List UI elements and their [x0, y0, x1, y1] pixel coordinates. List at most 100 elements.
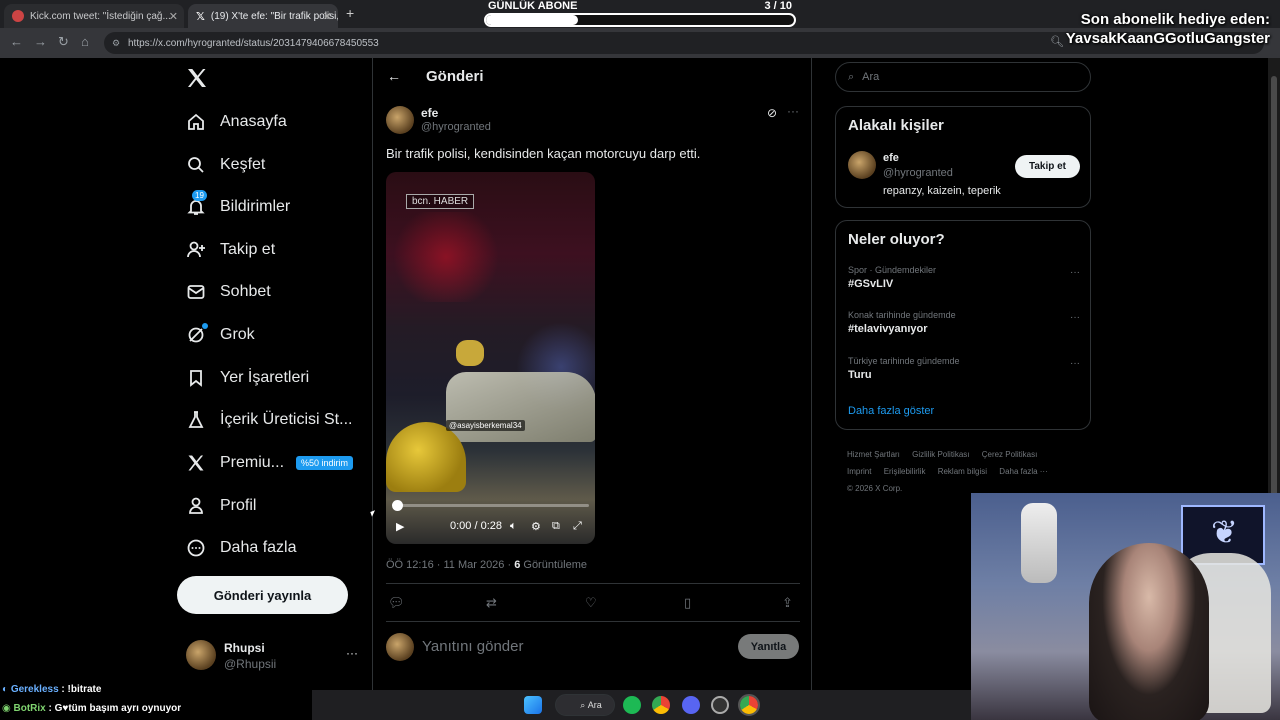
chrome-icon[interactable]	[652, 696, 670, 714]
nav-follow[interactable]: Takip et	[186, 235, 275, 265]
bookmark-icon[interactable]: ▯	[684, 595, 691, 611]
butterfly-icon: ❦	[1211, 514, 1238, 550]
footer-link[interactable]: Gizlilik Politikası	[912, 450, 969, 459]
post-meta: ÖÖ 12:16 · 11 Mar 2026 · 6 Görüntüleme	[386, 559, 587, 571]
reload-icon[interactable]: ↻	[58, 34, 69, 50]
trend-item[interactable]: Spor · Gündemdekiler #GSvLIV ···	[848, 265, 1080, 290]
forward-icon[interactable]: →	[34, 34, 47, 49]
close-tab-icon[interactable]: ✕	[169, 10, 178, 23]
nav-chat[interactable]: Sohbet	[186, 277, 271, 307]
related-name[interactable]: efe	[883, 152, 899, 164]
browser-tab-kick[interactable]: Kick.com tweet: "İstediğin çağ... ✕	[4, 4, 184, 28]
reply-button[interactable]: Yanıtla	[738, 634, 799, 659]
steam-icon[interactable]	[711, 696, 729, 714]
gift-sub-user: YavsakKaanGGotluGangster	[1065, 30, 1270, 47]
footer-links: Hizmet Şartları Gizlilik Politikası Çere…	[847, 446, 1077, 497]
mute-icon[interactable]: 🔈︎	[510, 520, 517, 533]
post-author-handle[interactable]: @hyrogranted	[421, 121, 491, 133]
bell-icon: 19	[186, 190, 207, 217]
footer-link[interactable]: Daha fazla ···	[999, 467, 1047, 476]
x-favicon-icon: 𝕏	[196, 10, 205, 23]
post-timestamp[interactable]: ÖÖ 12:16 · 11 Mar 2026 ·	[386, 559, 514, 571]
share-icon[interactable]: ⇪	[782, 595, 793, 611]
grok-explain-icon[interactable]: ⊘	[767, 106, 777, 120]
like-icon[interactable]: ♡	[585, 595, 597, 611]
trend-more-icon[interactable]: ···	[1070, 312, 1080, 323]
related-handle[interactable]: @hyrogranted	[883, 167, 953, 179]
nav-more[interactable]: Daha fazla	[186, 533, 297, 563]
video-scrubber-handle[interactable]	[392, 500, 403, 511]
nav-explore[interactable]: Keşfet	[186, 150, 265, 180]
video-watermark: bcn. HABER	[406, 194, 475, 209]
footer-link[interactable]: Imprint	[847, 467, 871, 476]
trend-item[interactable]: Konak tarihinde gündemde #telavivyanıyor…	[848, 310, 1080, 335]
nav-grok[interactable]: Grok	[186, 320, 255, 350]
footer-link[interactable]: Çerez Politikası	[982, 450, 1038, 459]
windows-taskbar	[312, 690, 971, 720]
trend-item[interactable]: Türkiye tarihinde gündemde Turu ···	[848, 356, 1080, 381]
home-icon[interactable]: ⌂	[81, 34, 89, 49]
x-logo-icon[interactable]	[185, 66, 209, 90]
search-input[interactable]: ⌕ Ara	[835, 62, 1091, 92]
discord-icon[interactable]	[682, 696, 700, 714]
avatar[interactable]	[848, 151, 876, 179]
video-frame-rider	[456, 340, 484, 366]
divider	[386, 583, 800, 584]
new-tab-icon[interactable]: +	[346, 5, 354, 21]
pip-icon[interactable]: ⧉	[552, 520, 560, 533]
post-video[interactable]: bcn. HABER @asayisberkemal34 ▶ 0:00 / 0:…	[386, 172, 595, 544]
views-label: Görüntüleme	[520, 559, 587, 571]
nav-bookmarks[interactable]: Yer İşaretleri	[186, 363, 309, 393]
post-author-name[interactable]: efe	[421, 106, 438, 120]
nav-profile[interactable]: Profil	[186, 491, 256, 521]
windows-start-icon[interactable]	[524, 696, 542, 714]
spotify-icon[interactable]	[623, 696, 641, 714]
nav-premium[interactable]: Premiu... %50 indirim	[186, 448, 354, 478]
post-author-avatar[interactable]	[386, 106, 414, 134]
account-more-icon[interactable]: ···	[346, 646, 358, 660]
site-info-icon[interactable]: ⚙	[112, 38, 120, 49]
back-arrow-icon[interactable]: ←	[387, 68, 401, 84]
trend-more-icon[interactable]: ···	[1070, 267, 1080, 278]
trend-title: #telavivyanıyor	[848, 323, 928, 335]
footer-link[interactable]: Reklam bilgisi	[938, 467, 987, 476]
fullscreen-icon[interactable]: ⤢	[573, 520, 582, 533]
sub-goal-label: GÜNLÜK ABONE	[488, 0, 578, 12]
sub-goal-fill	[486, 15, 579, 25]
show-more-link[interactable]: Daha fazla göster	[848, 405, 934, 417]
nav-label: Takip et	[220, 241, 276, 258]
post-more-icon[interactable]: ···	[787, 104, 799, 118]
back-icon[interactable]: ←	[10, 34, 23, 49]
scrollbar-thumb[interactable]	[1271, 76, 1277, 496]
footer-link[interactable]: Hizmet Şartları	[847, 450, 900, 459]
premium-discount-badge: %50 indirim	[296, 456, 354, 470]
sub-goal-overlay: GÜNLÜK ABONE 3 / 10	[484, 0, 796, 28]
chat-text: : G♥tüm başım ayrı oynuyor	[45, 703, 182, 714]
home-icon	[188, 113, 204, 130]
nav-creator-studio[interactable]: İçerik Üreticisi St...	[186, 405, 352, 435]
browser-tab-x[interactable]: 𝕏 (19) X'te efe: "Bir trafik polisi, k..…	[188, 4, 338, 28]
search-placeholder: Ara	[862, 71, 880, 83]
trend-more-icon[interactable]: ···	[1070, 358, 1080, 369]
chrome-active-icon[interactable]	[738, 694, 760, 716]
reply-icon[interactable]: 💬︎	[388, 595, 405, 611]
account-switcher[interactable]: Rhupsi @Rhupsii ···	[186, 638, 362, 674]
video-frame-helmet	[386, 422, 466, 492]
settings-gear-icon[interactable]: ⚙	[531, 520, 541, 533]
repost-icon[interactable]: ⇄	[486, 595, 497, 611]
play-icon[interactable]: ▶	[396, 520, 404, 533]
nav-label: Premiu...	[220, 454, 285, 471]
chat-user-icon: ◐	[2, 684, 9, 695]
post-button[interactable]: Gönderi yayınla	[177, 576, 348, 614]
nav-notifications[interactable]: 19 Bildirimler	[186, 190, 290, 222]
trending-card: Neler oluyor? Spor · Gündemdekiler #GSvL…	[835, 220, 1091, 430]
video-progress-bar[interactable]	[396, 504, 589, 507]
nav-home[interactable]: Anasayfa	[186, 107, 287, 137]
zoom-icon[interactable]: 🔍︎	[1050, 35, 1064, 48]
close-tab-icon[interactable]: ✕	[323, 10, 332, 23]
follow-button[interactable]: Takip et	[1015, 155, 1080, 178]
footer-link[interactable]: Erişilebilirlik	[884, 467, 926, 476]
taskbar-search[interactable]: ⌕ Ara	[555, 694, 615, 716]
webcam-overlay: ❦	[971, 493, 1280, 720]
reply-input[interactable]: Yanıtını gönder	[422, 638, 523, 655]
